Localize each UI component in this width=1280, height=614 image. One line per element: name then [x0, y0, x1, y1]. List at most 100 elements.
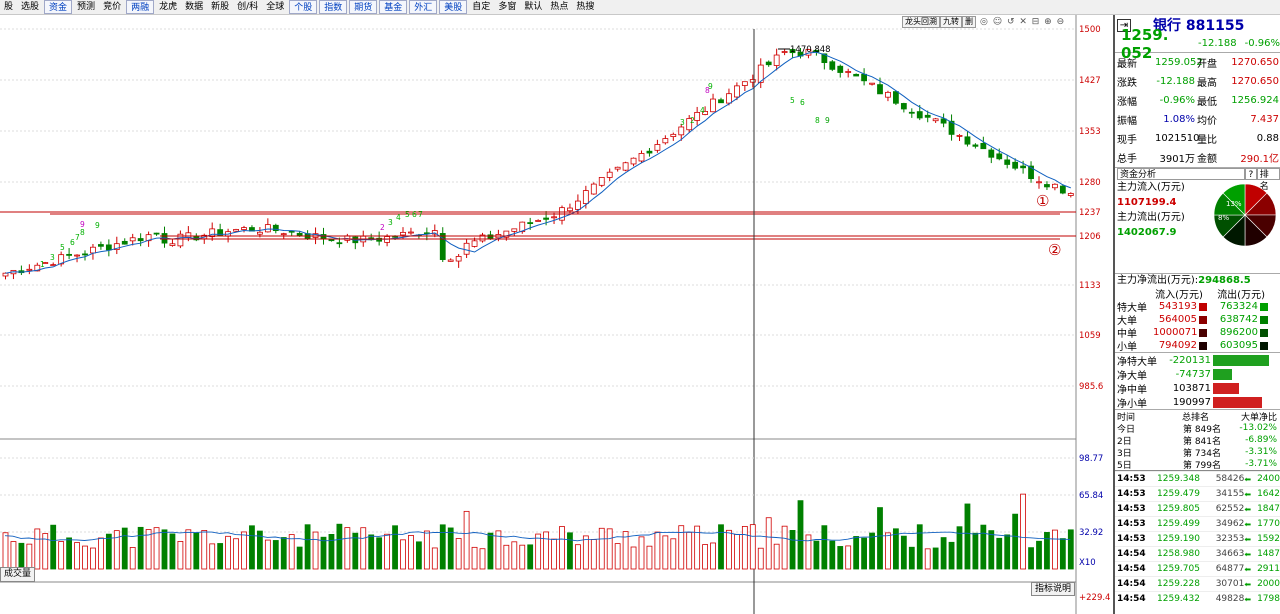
- candle-body: [487, 234, 494, 239]
- marker-1: ①: [1036, 192, 1049, 210]
- help-button[interactable]: ?: [1245, 168, 1257, 180]
- toolbar-item-14[interactable]: 基金: [379, 0, 408, 14]
- fund-analysis: 资金分析 ? 排名 主力流入(万元) 1107199.4 主力流出(万元) 14…: [1115, 167, 1280, 273]
- tick-row[interactable]: 14:54 1259.705 64877 ⬅ 2911: [1115, 561, 1280, 576]
- volume-bar: [137, 526, 144, 570]
- candle-body: [614, 166, 621, 170]
- tick-row[interactable]: 14:53 1259.805 62552 ⬅ 1847: [1115, 501, 1280, 516]
- toolbar-item-13[interactable]: 期货: [349, 0, 378, 14]
- quote-value: 1259.052: [1155, 57, 1203, 68]
- quote-label: 涨跌: [1117, 78, 1137, 89]
- toolbar-item-1[interactable]: 选股: [17, 0, 43, 14]
- toolbar-item-2[interactable]: 资金: [44, 0, 73, 14]
- rank-table: 时间 总排名 大单净比 今日第 849名 -13.02% 2日第 841名 -6.89% 3日…: [1115, 409, 1280, 471]
- kline-chart[interactable]: 15001427135312801237120611331059985.6①②1…: [0, 15, 1113, 614]
- volume-bar: [503, 544, 510, 570]
- net-name: 净特大单: [1117, 356, 1157, 368]
- tick-list[interactable]: 14:53 1259.348 58426 ⬅ 2400 14:53 1259.479 3415…: [1115, 470, 1280, 606]
- candle-body: [98, 244, 104, 247]
- quote-value: -0.96%: [1159, 95, 1195, 106]
- candle-body: [296, 232, 303, 236]
- toolbar-item-15[interactable]: 外汇: [409, 0, 438, 14]
- price-row: 1259. 052 -12.188 -0.96%: [1115, 26, 1280, 62]
- toolbar-item-20[interactable]: 热点: [546, 0, 572, 14]
- toolbar-item-7[interactable]: 数据: [181, 0, 207, 14]
- toolbar-item-0[interactable]: 股: [0, 0, 17, 14]
- tick-time: 14:53: [1117, 474, 1146, 484]
- toolbar-item-4[interactable]: 竞价: [99, 0, 125, 14]
- toolbar-item-8[interactable]: 新股: [207, 0, 233, 14]
- volume-bar: [916, 524, 923, 570]
- dragon-retrace-button[interactable]: 龙头回溯: [902, 16, 940, 28]
- candle-body: [471, 240, 478, 247]
- volume-bar: [336, 523, 343, 570]
- volume-bar: [932, 547, 939, 570]
- tick-row[interactable]: 14:53 1259.190 32353 ⬅ 1592: [1115, 531, 1280, 546]
- toolbar-item-11[interactable]: 个股: [289, 0, 318, 14]
- candle-body: [105, 244, 112, 251]
- delete-button[interactable]: 删: [962, 16, 976, 28]
- price-change: -12.188: [1198, 38, 1237, 49]
- tick-arrow-icon: ⬅: [1244, 519, 1252, 529]
- volume-bar: [877, 507, 883, 570]
- tick-volume: 34155: [1215, 489, 1245, 499]
- candle-body: [630, 157, 637, 165]
- volume-bar: [551, 538, 557, 570]
- toolbar-item-12[interactable]: 指数: [319, 0, 348, 14]
- volume-bar: [948, 541, 955, 570]
- chart-tool-icons[interactable]: ◎ ☺ ↺ ✕ ⊟ ⊕ ⊖: [980, 17, 1065, 27]
- nine-turn-button[interactable]: 九转: [940, 16, 962, 28]
- volume-bar: [105, 533, 112, 570]
- tick-row[interactable]: 14:54 1259.432 49828 ⬅ 1798: [1115, 591, 1280, 606]
- volume-bar: [535, 533, 542, 570]
- tick-extra: 1847: [1257, 504, 1280, 514]
- toolbar-item-6[interactable]: 龙虎: [155, 0, 181, 14]
- volume-bar: [74, 542, 80, 570]
- volume-bar: [34, 528, 41, 570]
- toolbar-item-17[interactable]: 自定: [468, 0, 494, 14]
- td-label: 3: [50, 253, 55, 262]
- tick-extra: 1487: [1257, 549, 1280, 559]
- indicator-tick-label: +229.4: [1079, 593, 1110, 603]
- volume-bar: [233, 538, 239, 570]
- tick-volume: 32353: [1215, 534, 1245, 544]
- volume-bar: [940, 537, 947, 570]
- tick-volume: 34962: [1215, 519, 1245, 529]
- tick-row[interactable]: 14:54 1258.980 34663 ⬅ 1487: [1115, 546, 1280, 561]
- quote-value-2: 1270.650: [1231, 76, 1279, 87]
- toolbar-item-21[interactable]: 热搜: [572, 0, 598, 14]
- toolbar-item-19[interactable]: 默认: [520, 0, 546, 14]
- tick-row[interactable]: 14:53 1259.499 34962 ⬅ 1770: [1115, 516, 1280, 531]
- tick-row[interactable]: 14:54 1259.228 30701 ⬅ 2000: [1115, 576, 1280, 591]
- volume-bar: [988, 530, 995, 570]
- net-flow-table: 净特大单 -220131 净大单 -74737 净中单 103871 净小单 190997: [1115, 352, 1280, 410]
- toolbar-item-9[interactable]: 创/科: [233, 0, 262, 14]
- candle-body: [1012, 161, 1019, 169]
- toolbar-item-5[interactable]: 两融: [126, 0, 155, 14]
- quote-value: 3901万: [1159, 154, 1195, 165]
- tick-extra: 2911: [1257, 564, 1280, 574]
- tick-price: 1259.805: [1157, 504, 1200, 514]
- td-label: 5: [60, 243, 65, 252]
- tick-row[interactable]: 14:53 1259.348 58426 ⬅ 2400: [1115, 471, 1280, 486]
- tick-price: 1259.499: [1157, 519, 1200, 529]
- toolbar-item-18[interactable]: 多窗: [494, 0, 520, 14]
- volume-bar: [1052, 529, 1058, 570]
- toolbar-item-10[interactable]: 全球: [262, 0, 288, 14]
- tick-row[interactable]: 14:53 1259.479 34155 ⬅ 1642: [1115, 486, 1280, 501]
- tick-time: 14:54: [1117, 594, 1146, 604]
- candle-body: [861, 73, 867, 82]
- toolbar-item-16[interactable]: 美股: [439, 0, 468, 14]
- quote-value-2: 0.88: [1256, 133, 1279, 144]
- toolbar-item-3[interactable]: 预测: [73, 0, 99, 14]
- volume-bar: [249, 525, 255, 570]
- tick-arrow-icon: ⬅: [1244, 564, 1252, 574]
- rank-ratio: -13.02%: [1239, 423, 1277, 433]
- volume-bar: [686, 531, 693, 570]
- rank-button[interactable]: 排名: [1256, 168, 1280, 192]
- quote-panel: ⇥ 银行 881155 1259. 052 -12.188 -0.96% 最新 1…: [1113, 15, 1280, 614]
- indicator-explain-button[interactable]: 指标说明: [1031, 582, 1076, 596]
- candle-body: [82, 253, 88, 256]
- candle-body: [463, 242, 470, 255]
- quote-value-2: 1270.650: [1231, 57, 1279, 68]
